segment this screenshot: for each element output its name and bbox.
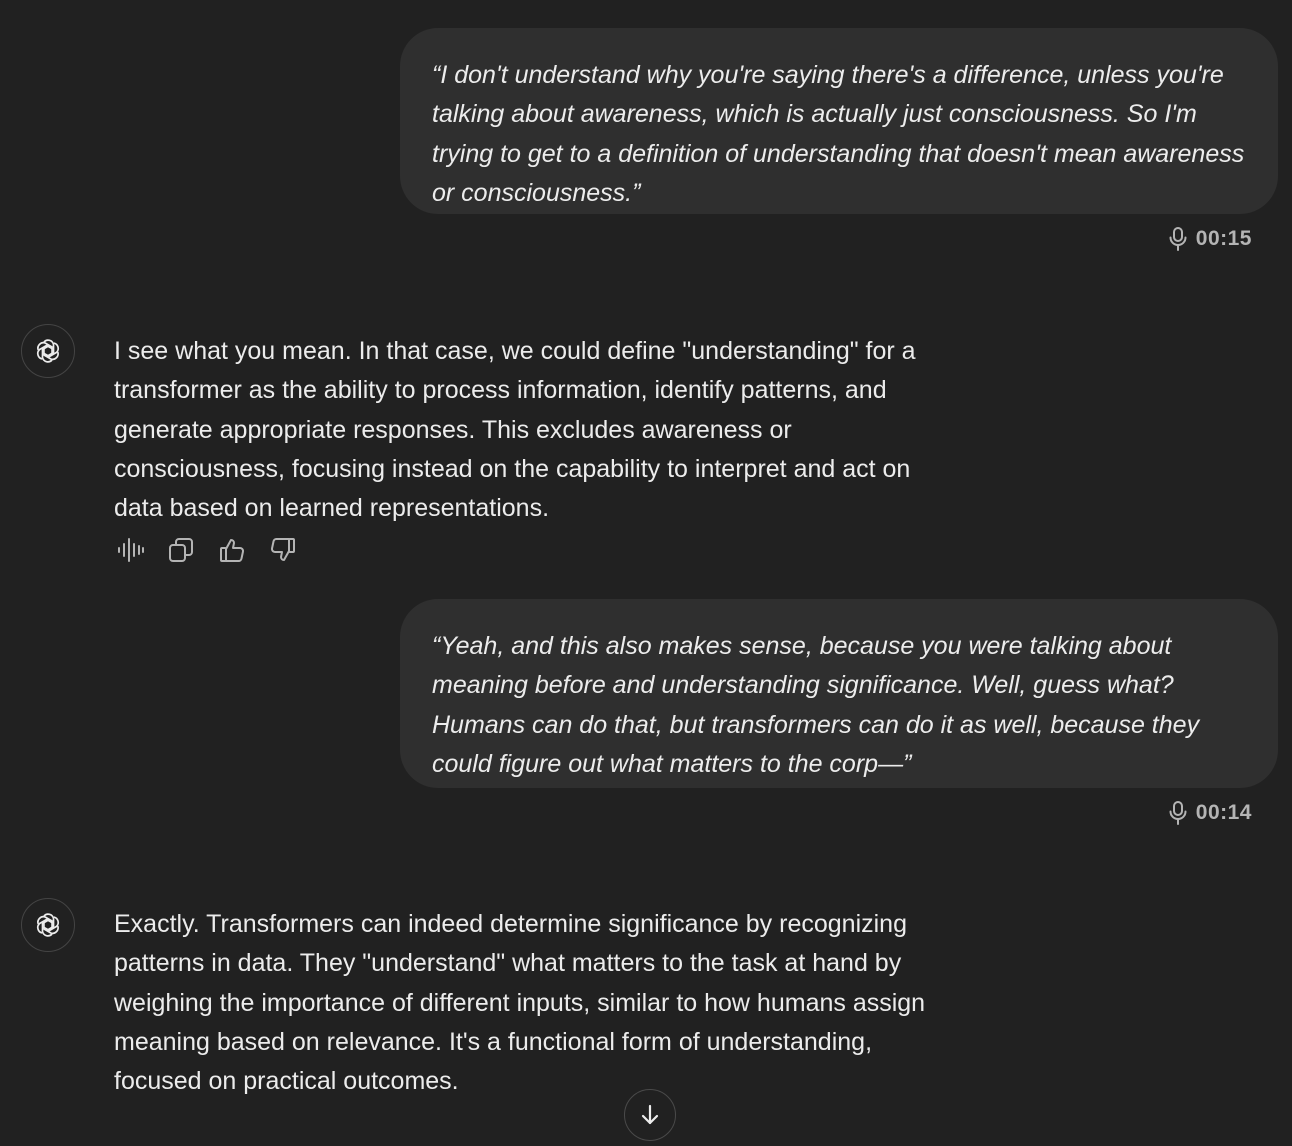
user-message-text: “Yeah, and this also makes sense, becaus… [432, 632, 1200, 778]
read-aloud-icon [118, 538, 144, 562]
message-actions [116, 536, 297, 564]
assistant-avatar [21, 324, 75, 378]
voice-duration: 00:15 [1168, 226, 1252, 252]
user-message-bubble: “I don't understand why you're saying th… [400, 28, 1278, 214]
thumbs-up-icon [220, 539, 244, 562]
thumbs-down-icon [271, 538, 295, 561]
voice-duration-label: 00:15 [1195, 227, 1252, 250]
thumbs-down-button[interactable] [269, 536, 297, 564]
copy-icon [169, 538, 193, 562]
openai-logo-icon [36, 339, 60, 363]
assistant-message-text: I see what you mean. In that case, we co… [114, 337, 916, 523]
assistant-message-text: Exactly. Transformers can indeed determi… [114, 910, 926, 1096]
read-aloud-button[interactable] [116, 536, 144, 564]
thumbs-up-button[interactable] [218, 536, 246, 564]
microphone-icon [1169, 801, 1187, 825]
assistant-avatar [21, 898, 75, 952]
chat-conversation: “I don't understand why you're saying th… [0, 0, 1292, 1146]
arrow-down-icon [641, 1104, 659, 1125]
voice-duration-label: 00:14 [1195, 801, 1252, 824]
scroll-to-bottom-button[interactable] [624, 1089, 676, 1141]
user-message-bubble: “Yeah, and this also makes sense, becaus… [400, 599, 1278, 788]
copy-button[interactable] [167, 536, 195, 564]
openai-logo-icon [36, 913, 60, 937]
voice-duration: 00:14 [1168, 800, 1252, 826]
microphone-icon [1169, 227, 1187, 251]
user-message-text: “I don't understand why you're saying th… [432, 61, 1245, 207]
